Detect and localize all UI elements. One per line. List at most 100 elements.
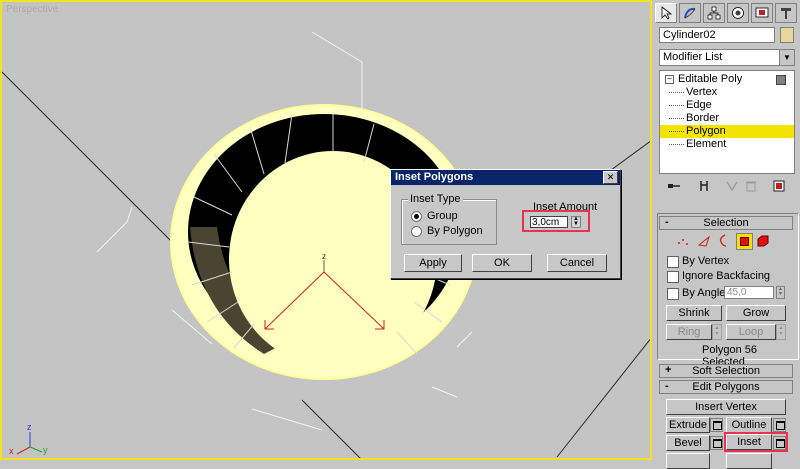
remove-modifier-icon[interactable] [745,180,757,192]
collapse-icon[interactable]: − [665,75,674,84]
axis-z-label: z [27,422,32,432]
element-mode-icon[interactable] [756,234,770,248]
rollout-collapse-sign: - [665,380,669,392]
radio-group-label: Group [427,210,458,222]
inset-amount-field[interactable]: 3,0cm [530,216,568,228]
by-angle-label: By Angle: [682,287,729,299]
object-color-swatch[interactable] [780,27,794,43]
angle-spinner[interactable]: ▲ ▼ [776,286,785,299]
stack-toolbar [659,178,795,194]
hierarchy-icon [707,6,721,20]
inset-amount-highlight: 3,0cm ▲ ▼ [522,210,590,232]
vertex-mode-icon[interactable] [676,235,690,247]
inset-settings-icon[interactable] [773,436,786,450]
stack-item-border[interactable]: Border [660,112,794,125]
radio-by-polygon-label: By Polygon [427,225,483,237]
modifier-stack: − Editable Poly Vertex Edge Border Polyg… [659,70,795,174]
tab-modify[interactable] [679,3,701,23]
ok-button[interactable]: OK [472,254,532,272]
close-button[interactable]: ✕ [603,171,618,184]
shrink-button[interactable]: Shrink [666,305,722,321]
stack-vertex-label: Vertex [686,86,718,98]
stack-item-edge[interactable]: Edge [660,99,794,112]
radio-group-option[interactable]: Group [411,210,458,222]
stack-border-label: Border [686,112,720,124]
inset-type-group: Inset Type Group By Polygon [401,193,497,245]
outline-button[interactable]: Outline [726,417,772,433]
tab-display[interactable] [751,3,773,23]
axis-y-label: y [43,445,48,455]
tab-motion[interactable] [727,3,749,23]
outline-settings-icon[interactable] [773,418,786,432]
selection-rollout-header[interactable]: - Selection [659,216,793,230]
selection-title: Selection [703,217,749,229]
apply-button[interactable]: Apply [404,254,462,272]
edit-polygons-rollout[interactable]: - Edit Polygons [659,380,793,394]
bevel-settings-icon[interactable] [710,436,723,450]
configure-sets-icon[interactable] [773,180,785,192]
motion-icon [732,7,744,19]
dialog-titlebar[interactable]: Inset Polygons ✕ [391,170,620,185]
soft-selection-rollout[interactable]: + Soft Selection [659,364,793,378]
by-vertex-checkbox[interactable] [667,256,679,268]
inset-amount-spinner[interactable]: ▲ ▼ [571,216,581,228]
axis-x-label: x [9,446,14,456]
extrude-settings-icon[interactable] [710,418,723,432]
radio-group[interactable] [411,210,422,222]
radio-by-polygon-option[interactable]: By Polygon [411,225,483,237]
border-mode-icon[interactable] [717,234,729,248]
loop-button[interactable]: Loop [726,324,776,340]
loop-spinner[interactable]: ▲ ▼ [776,324,786,340]
polygon-mode-button[interactable] [736,233,753,250]
edit-polygons-title: Edit Polygons [692,381,760,393]
object-name-field[interactable]: Cylinder02 [659,27,775,43]
ignore-backfacing-label: Ignore Backfacing [682,270,771,282]
ignore-backfacing-checkbox[interactable] [667,271,679,283]
stack-edge-label: Edge [686,99,712,111]
stack-polygon-label: Polygon [686,125,726,137]
polygon-icon [740,237,749,246]
stack-root-label: Editable Poly [678,73,743,85]
tab-create[interactable] [655,3,677,23]
modifier-list-dropdown[interactable]: Modifier List ▼ [659,49,795,66]
cancel-button[interactable]: Cancel [547,254,607,272]
inset-button[interactable]: Inset [726,434,772,450]
stack-item-editable-poly[interactable]: − Editable Poly [660,73,794,86]
bevel-button[interactable]: Bevel [666,435,710,451]
edge-mode-icon[interactable] [697,235,711,247]
modifier-toggle-icon[interactable] [776,75,786,85]
by-vertex-label: By Vertex [682,255,730,267]
ring-button[interactable]: Ring [666,324,712,340]
stack-item-polygon[interactable]: Polygon [660,125,794,138]
command-panel: Cylinder02 Modifier List ▼ − Editable Po… [652,0,800,469]
stack-element-label: Element [686,138,727,150]
angle-field[interactable]: 45,0 [724,286,774,299]
radio-by-polygon[interactable] [411,225,422,237]
extrude-button[interactable]: Extrude [666,417,710,433]
modify-icon [684,7,696,19]
tab-hierarchy[interactable] [703,3,725,23]
cursor-icon [661,6,673,20]
insert-vertex-button[interactable]: Insert Vertex [666,399,786,415]
display-icon [755,7,769,18]
svg-text:z: z [322,252,326,261]
grow-button[interactable]: Grow [726,305,786,321]
rollout-collapse-sign: - [665,216,669,228]
next-row-button[interactable] [666,453,710,469]
hammer-icon [781,8,791,19]
show-end-result-icon[interactable] [699,180,709,192]
next-row-button-2[interactable] [726,453,772,469]
stack-item-vertex[interactable]: Vertex [660,86,794,99]
make-unique-icon[interactable] [725,180,739,192]
modifier-list-label: Modifier List [663,51,723,63]
rollout-expand-sign: + [665,364,672,376]
stack-item-element[interactable]: Element [660,138,794,151]
inset-polygons-dialog: Inset Polygons ✕ Inset Type Group By Pol… [390,169,621,279]
ring-spinner[interactable]: ▲ ▼ [712,324,722,340]
axis-tripod [16,432,43,455]
pin-stack-icon[interactable] [667,180,681,192]
by-angle-checkbox[interactable] [667,288,679,300]
dialog-title: Inset Polygons [395,171,474,183]
chevron-down-icon: ▼ [779,50,794,65]
tab-utilities[interactable] [775,3,797,23]
